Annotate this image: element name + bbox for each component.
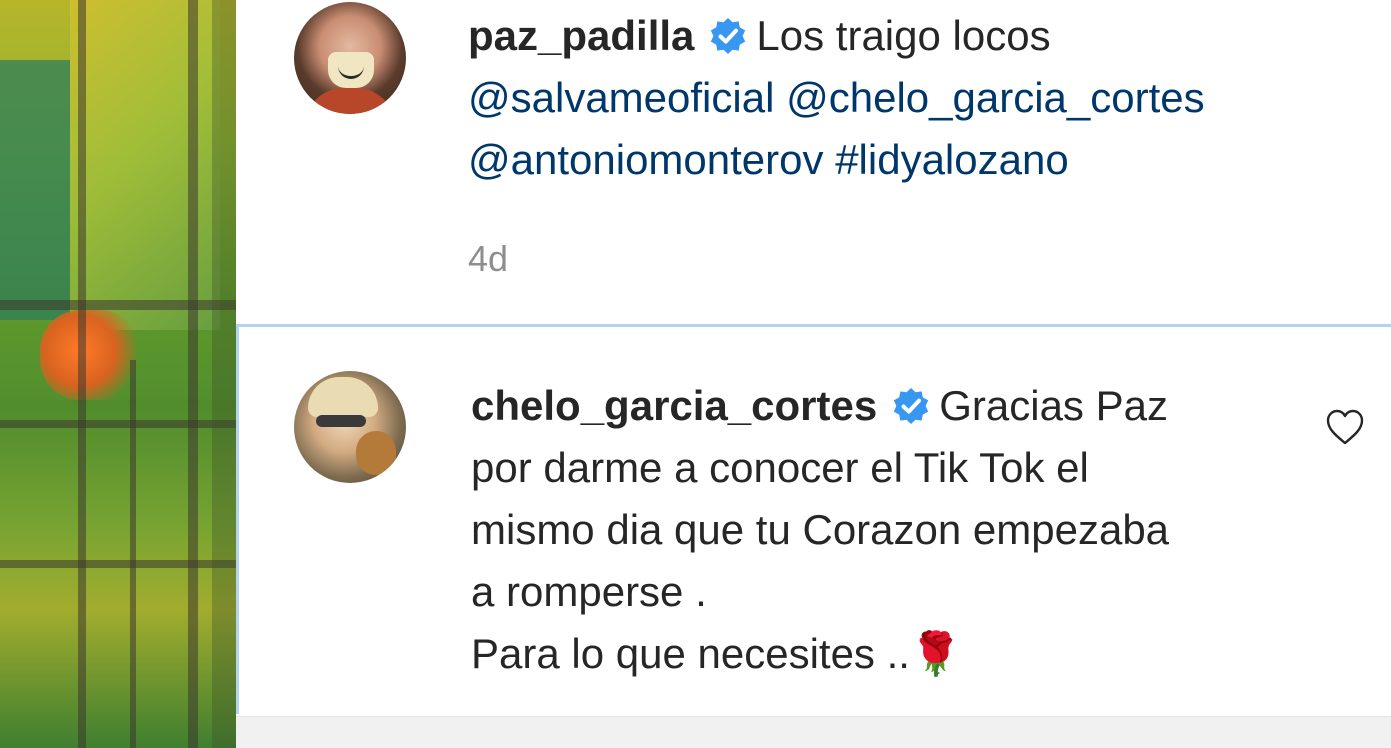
media-structure	[212, 0, 236, 748]
mention-link[interactable]: @antoniomonterov	[468, 136, 824, 183]
media-shape	[0, 60, 70, 320]
comment-body-line: a romperse .	[471, 568, 707, 615]
verified-badge-icon	[894, 388, 929, 424]
heart-outline-icon[interactable]	[1324, 407, 1366, 447]
comment-item: chelo_garcia_cortes Gracias Paz por darme…	[236, 324, 1391, 714]
avatar-detail	[304, 88, 396, 114]
media-structure	[78, 0, 86, 748]
comment-input-bar[interactable]	[236, 716, 1391, 748]
verified-badge-icon	[711, 18, 746, 54]
post-caption: paz_padilla Los traigo locos @salvameofic…	[236, 0, 1391, 322]
comment-body-line: por darme a conocer el Tik Tok el	[471, 444, 1089, 491]
hashtag-link[interactable]: #lidyalozano	[835, 136, 1069, 183]
avatar[interactable]	[294, 371, 406, 483]
media-structure	[130, 360, 136, 748]
instagram-post-view: paz_padilla Los traigo locos @salvameofic…	[0, 0, 1391, 748]
username-link[interactable]: chelo_garcia_cortes	[471, 382, 877, 429]
avatar-detail	[308, 377, 378, 417]
mention-link[interactable]: @salvameoficial	[468, 74, 774, 121]
comment-text: chelo_garcia_cortes Gracias Paz por darme…	[471, 375, 1291, 685]
avatar-detail	[316, 415, 366, 427]
comment-body-line: Gracias Paz	[939, 382, 1168, 429]
caption-body: Los traigo locos	[756, 12, 1051, 59]
media-structure	[0, 560, 236, 568]
avatar[interactable]	[294, 2, 406, 114]
comment-body-line: Para lo que necesites ..🌹	[471, 630, 963, 677]
post-timestamp[interactable]: 4d	[468, 238, 508, 280]
comments-panel: paz_padilla Los traigo locos @salvameofic…	[236, 0, 1391, 748]
media-structure	[188, 0, 198, 748]
mention-link[interactable]: @chelo_garcia_cortes	[786, 74, 1205, 121]
comment-body-line: mismo dia que tu Corazon empezaba	[471, 506, 1170, 553]
caption-text: paz_padilla Los traigo locos @salvameofic…	[468, 5, 1328, 191]
media-structure	[0, 300, 236, 310]
avatar-detail	[356, 431, 396, 475]
media-structure	[0, 420, 236, 428]
media-shape	[0, 400, 236, 748]
username-link[interactable]: paz_padilla	[468, 12, 694, 59]
media-light	[40, 310, 140, 400]
post-media[interactable]	[0, 0, 236, 748]
